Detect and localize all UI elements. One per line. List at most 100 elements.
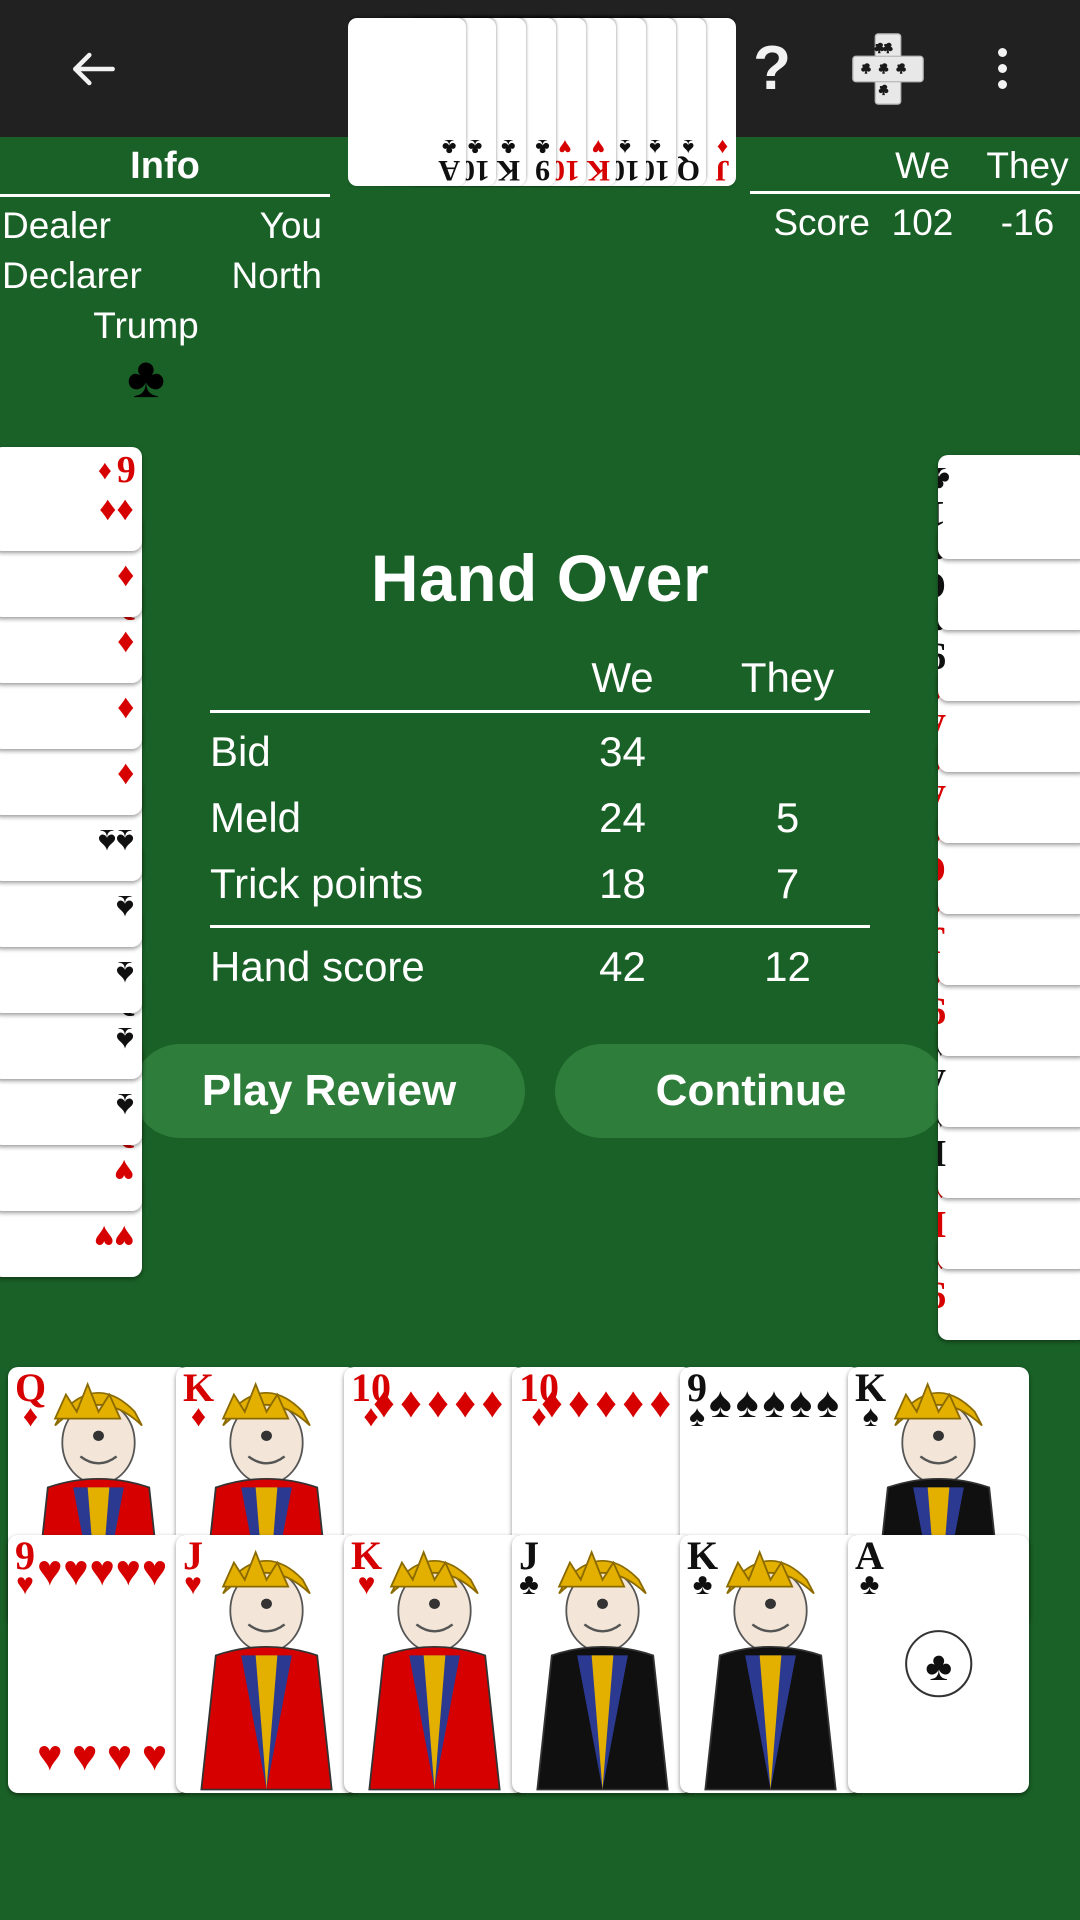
dialog-title: Hand Over <box>370 541 710 615</box>
row-they-meld: 5 <box>775 794 800 841</box>
card-rank: 9 <box>938 990 946 1032</box>
card-rank: K <box>496 154 520 187</box>
card-suit-icon: ♣ <box>535 135 550 160</box>
card-rank: A <box>938 1061 946 1103</box>
card-suit-icon: ♥ <box>591 135 605 160</box>
table-bottom-divider <box>210 925 870 928</box>
game-screen: ? A ♣ 10 ♣ K ♣ 9 ♣ 10 ♥ K ♥ 10 ♠ 10 ♠ Q … <box>0 0 1080 1920</box>
trump-suit-icon: ♣ <box>126 345 166 410</box>
card-suit-icon: ♥ <box>558 135 572 160</box>
card-suit-icon: ♠ <box>682 135 695 160</box>
info-row-dealer: Dealer You <box>0 197 330 247</box>
dealer-label: Dealer <box>2 205 111 246</box>
north-hand: A ♣ 10 ♣ K ♣ 9 ♣ 10 ♥ K ♥ 10 ♠ 10 ♠ Q ♠ … <box>348 0 736 218</box>
score-col-we: We <box>895 145 950 186</box>
header-they: They <box>740 654 835 701</box>
row-label-meld: Meld <box>210 794 302 841</box>
header-we: We <box>591 654 654 701</box>
back-arrow-icon <box>73 52 115 85</box>
card-suit-icon: ♠ <box>862 1399 879 1433</box>
card-corner: Q ♦ <box>15 1368 46 1433</box>
card-suit-icon: ♦ <box>22 1399 39 1433</box>
info-row-declarer: Declarer North <box>0 247 330 297</box>
playing-card[interactable]: A ♣ ♣ <box>848 1535 1029 1793</box>
playing-card: A ♣ <box>348 18 466 187</box>
card-rank: J <box>715 154 730 187</box>
card-corner: 9 ♠ <box>687 1368 707 1433</box>
card-rank: 9 <box>535 154 550 187</box>
playing-card[interactable]: K ♥ <box>344 1535 525 1793</box>
playing-card[interactable]: J ♣ <box>512 1535 693 1793</box>
row-we-hand-score: 42 <box>599 943 646 990</box>
continue-button[interactable]: Continue <box>555 1044 947 1138</box>
row-label-hand-score: Hand score <box>210 943 425 990</box>
declarer-value: North <box>231 255 322 296</box>
more-options-icon <box>997 48 1007 89</box>
card-suit-icon: ♦ <box>190 1399 207 1433</box>
row-we-meld: 24 <box>599 794 646 841</box>
score-col-they: They <box>986 145 1069 186</box>
playing-card[interactable]: J ♥ <box>176 1535 357 1793</box>
card-corner: K ♥ <box>351 1536 382 1601</box>
card-rank: K <box>586 154 610 187</box>
overflow-menu-button[interactable] <box>952 19 1052 119</box>
table-header-row: We They <box>210 654 870 702</box>
card-suit-icon: ♦ <box>716 135 729 160</box>
dealer-value: You <box>259 205 322 246</box>
card-suit-icon: ♣ <box>692 1567 713 1601</box>
table-top-divider <box>210 710 870 713</box>
card-suit-icon: ♠ <box>689 1399 705 1433</box>
hand-score-table: We They Bid 34 Meld 24 5 Trick points 18… <box>210 654 870 1000</box>
info-title: Info <box>130 145 200 187</box>
svg-text:♣: ♣ <box>925 1644 952 1689</box>
playing-card: 10 ♣ ♣ ♣ <box>938 455 1080 559</box>
card-rank: 9 <box>938 635 946 677</box>
score-they-value: -16 <box>1000 202 1055 243</box>
playing-card: ♦ 9 ♦♦ <box>0 447 142 551</box>
help-button[interactable]: ? <box>722 19 822 119</box>
cards-button[interactable] <box>838 19 938 119</box>
card-suit-icon: ♥ <box>357 1567 376 1601</box>
card-suit-icon: ♥ <box>184 1567 202 1601</box>
hand-over-dialog: Hand Over We They Bid 34 Meld 24 5 Trick… <box>130 540 950 1138</box>
card-suit-icon: ♣ <box>467 135 483 160</box>
row-label-trick-points: Trick points <box>210 860 424 907</box>
card-cross-icon <box>852 32 924 105</box>
card-suit-icon: ♦ <box>98 454 112 485</box>
card-suit-icon: ♣ <box>501 135 516 160</box>
card-rank: K <box>938 1132 946 1174</box>
info-panel: Info Dealer You Declarer North Trump ♣ <box>0 145 330 407</box>
card-suit-icon: ♣ <box>519 1567 539 1601</box>
score-row: Score 102 -16 <box>750 194 1080 244</box>
dialog-buttons: Play Review Continue <box>130 1044 950 1138</box>
row-they-trick-points: 7 <box>775 860 800 907</box>
play-review-button[interactable]: Play Review <box>133 1044 525 1138</box>
playing-card[interactable]: K ♣ <box>680 1535 861 1793</box>
score-panel: We They Score 102 -16 <box>750 145 1080 244</box>
score-row-label: Score <box>773 202 870 243</box>
playing-card[interactable]: 9 ♥ ♥ ♥ ♥ ♥ ♥ ♥ ♥ ♥ ♥ <box>8 1535 189 1793</box>
card-corner: K ♦ <box>183 1368 214 1433</box>
card-corner: K ♣ <box>687 1536 718 1601</box>
card-rank: Q <box>938 564 946 606</box>
back-button[interactable] <box>44 19 144 119</box>
card-suit-icon: ♠ <box>619 135 631 160</box>
table-row: Trick points 18 7 <box>210 851 870 917</box>
card-corner: K ♠ <box>855 1368 886 1433</box>
card-rank: Q <box>676 154 700 187</box>
table-row: Bid 34 <box>210 719 870 785</box>
row-we-trick-points: 18 <box>599 860 646 907</box>
row-they-hand-score: 12 <box>764 943 811 990</box>
table-row: Meld 24 5 <box>210 785 870 851</box>
card-suit-icon: ♠ <box>649 135 661 160</box>
card-rank: A <box>938 706 946 748</box>
card-corner: J ♥ <box>183 1536 203 1601</box>
card-rank: J <box>938 919 946 961</box>
card-corner: J ♣ <box>519 1536 539 1601</box>
row-they-bid <box>705 728 870 776</box>
card-rank: 9 <box>117 449 136 491</box>
question-mark-icon: ? <box>753 33 791 103</box>
west-hand: ♦ 9 ♦♦ ♦ J ♦ ♦ Q ♦ ♦ A ♦ <box>0 447 142 1312</box>
table-total-row: Hand score 42 12 <box>210 934 870 1000</box>
card-rank: A <box>938 777 946 819</box>
